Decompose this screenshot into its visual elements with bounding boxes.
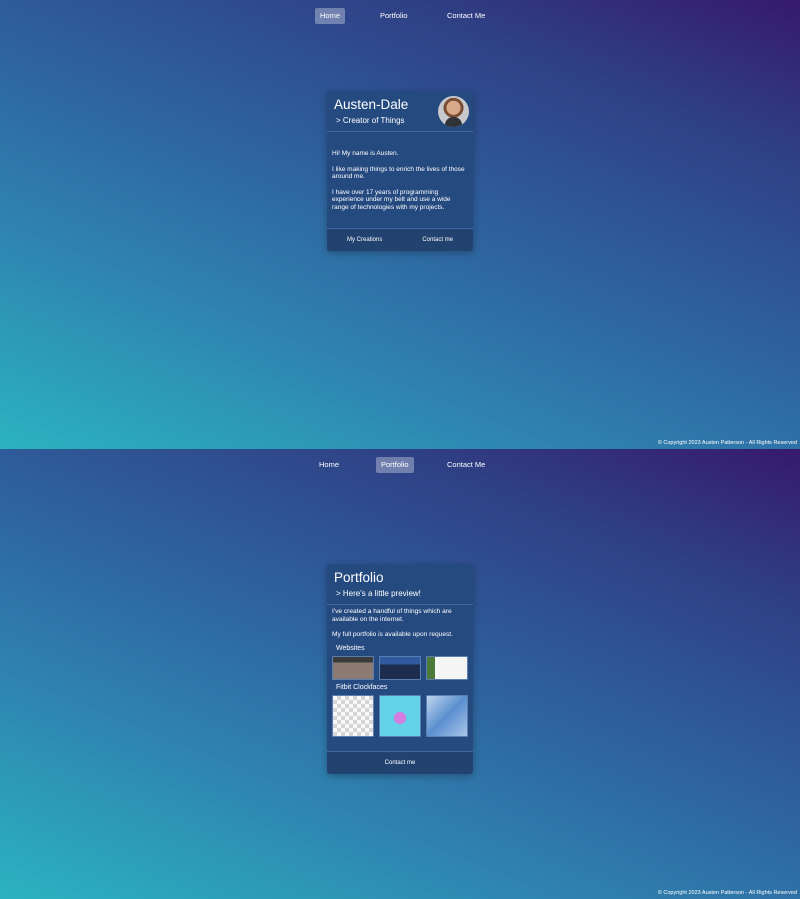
portfolio-body: I've created a handful of things which a… xyxy=(327,605,473,751)
avatar xyxy=(438,96,469,127)
nav-portfolio[interactable]: Portfolio xyxy=(375,8,413,24)
clockface-thumbnail[interactable] xyxy=(379,694,421,737)
portfolio-title: Portfolio xyxy=(334,570,384,585)
my-creations-button[interactable]: My Creations xyxy=(347,237,382,243)
portfolio-subtitle: > Here's a little preview! xyxy=(336,589,421,598)
portfolio-screen: Home Portfolio Contact Me Portfolio > He… xyxy=(0,449,800,899)
portfolio-paragraph: My full portfolio is available upon requ… xyxy=(332,630,453,638)
nav-bar: Home Portfolio Contact Me xyxy=(0,8,800,24)
contact-me-button[interactable]: Contact me xyxy=(422,237,453,243)
clockface-thumbnail[interactable] xyxy=(426,694,468,737)
website-thumbnail[interactable] xyxy=(379,656,421,681)
intro-paragraph: I like making things to enrich the lives… xyxy=(332,165,465,181)
websites-label: Websites xyxy=(336,645,365,653)
contact-me-button[interactable]: Contact me xyxy=(327,750,473,774)
portfolio-card: Portfolio > Here's a little preview! I'v… xyxy=(327,564,473,774)
portfolio-paragraph: I've created a handful of things which a… xyxy=(332,608,452,623)
website-thumbnail[interactable] xyxy=(426,656,468,681)
portfolio-card-header: Portfolio > Here's a little preview! xyxy=(327,564,473,605)
websites-gallery xyxy=(332,656,468,681)
clockface-thumbnail[interactable] xyxy=(332,694,374,737)
intro-paragraph: Hi! My name is Austen. xyxy=(332,150,399,157)
nav-portfolio[interactable]: Portfolio xyxy=(376,457,414,473)
home-screen: Home Portfolio Contact Me Austen-Dale > … xyxy=(0,0,800,449)
website-thumbnail[interactable] xyxy=(332,656,374,681)
intro-actions: My Creations Contact me xyxy=(327,227,473,251)
clockfaces-gallery xyxy=(332,694,468,737)
intro-card-header: Austen-Dale > Creator of Things xyxy=(327,91,473,132)
nav-home[interactable]: Home xyxy=(315,8,346,24)
nav-home[interactable]: Home xyxy=(314,457,344,473)
nav-contact[interactable]: Contact Me xyxy=(442,457,490,473)
nav-bar: Home Portfolio Contact Me xyxy=(0,457,800,473)
clockfaces-label: Fitbit Clockfaces xyxy=(336,684,388,692)
intro-card: Austen-Dale > Creator of Things Hi! My n… xyxy=(327,91,473,251)
nav-contact[interactable]: Contact Me xyxy=(442,8,490,24)
copyright: © Copyright 2023 Austen Patterson - All … xyxy=(657,440,797,446)
copyright: © Copyright 2023 Austen Patterson - All … xyxy=(657,890,797,896)
intro-body: Hi! My name is Austen. I like making thi… xyxy=(327,132,473,228)
intro-paragraph: I have over 17 years of programming expe… xyxy=(332,188,451,211)
